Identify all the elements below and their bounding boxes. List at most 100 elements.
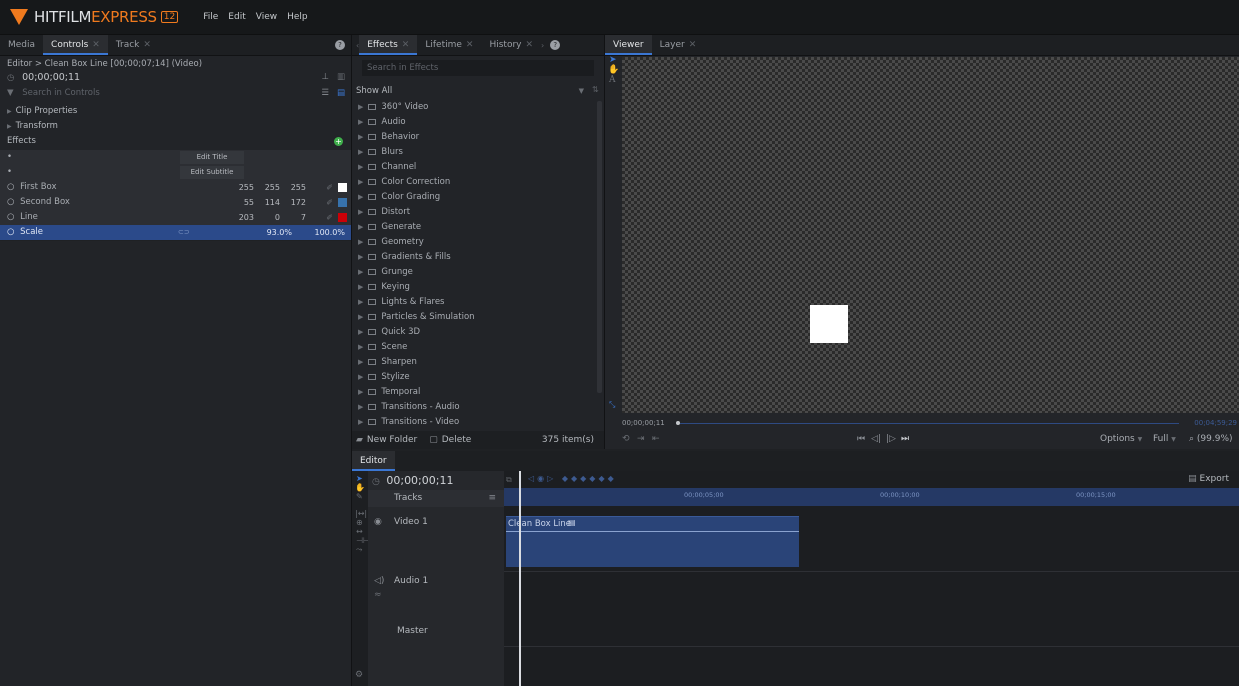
step-back-icon[interactable]: ◁| — [871, 434, 881, 444]
expand-caret-icon[interactable]: ▶ — [358, 328, 363, 336]
menu-view[interactable]: View — [256, 12, 277, 22]
go-to-end-icon[interactable]: ⏭ — [901, 434, 909, 444]
effects-category[interactable]: ▶ Lights & Flares — [352, 295, 596, 310]
tab-lifetime[interactable]: Lifetime ✕ — [417, 35, 481, 55]
tab-layer[interactable]: Layer ✕ — [652, 35, 705, 55]
sort-icon[interactable]: ⇅ — [592, 85, 599, 94]
expand-caret-icon[interactable]: ▶ — [358, 103, 363, 111]
effects-category[interactable]: ▶ 360° Video — [352, 100, 596, 115]
new-folder-icon[interactable]: ▰ — [356, 435, 363, 445]
scale-row[interactable]: ○ Scale ⊂⊃ 93.0% 100.0% — [0, 225, 351, 241]
keyframe-circle-icon[interactable]: ○ — [7, 182, 14, 192]
controls-search-input[interactable]: Search in Controls — [22, 88, 100, 98]
scrub-track[interactable] — [680, 423, 1179, 424]
step-forward-icon[interactable]: |▷ — [886, 434, 896, 444]
expand-caret-icon[interactable]: ▶ — [358, 238, 363, 246]
tab-editor[interactable]: Editor — [352, 451, 395, 471]
roll-tool-icon[interactable]: ⊣⊢ — [352, 536, 370, 545]
expand-caret-icon[interactable]: ▶ — [358, 388, 363, 396]
keyframe-nav-icons[interactable]: ◁◉▷ ◆◆◆◆◆◆ — [528, 474, 617, 483]
clip-effects-icon[interactable]: ▤ — [568, 518, 576, 527]
mark-out-icon[interactable]: ⇤ — [652, 434, 660, 444]
video-clip[interactable]: Clean Box Line ▤ — [506, 516, 799, 567]
green-value[interactable]: 114 — [258, 195, 280, 210]
close-icon[interactable]: ✕ — [689, 40, 697, 50]
blue-value[interactable]: 255 — [284, 180, 306, 195]
close-icon[interactable]: ✕ — [466, 40, 474, 50]
hand-tool-icon[interactable]: ✋ — [352, 483, 368, 492]
color-swatch[interactable] — [338, 213, 347, 222]
select-tool-icon[interactable]: ➤ — [605, 55, 621, 65]
effects-category[interactable]: ▶ Particles & Simulation — [352, 310, 596, 325]
expand-caret-icon[interactable]: ▶ — [358, 193, 363, 201]
settings-gear-icon[interactable]: ⚙ — [355, 670, 363, 680]
timeline-area[interactable]: ⧉ ◁◉▷ ◆◆◆◆◆◆ ▤ Export 00;00;05;00 00;00;… — [504, 471, 1239, 686]
section-effects[interactable]: Effects + — [0, 134, 351, 149]
color-row-line[interactable]: ○ Line 203 0 7 ✐ — [0, 210, 351, 226]
close-icon[interactable]: ✕ — [143, 40, 151, 50]
scrub-knob[interactable] — [676, 421, 680, 425]
effects-category[interactable]: ▶ Generate — [352, 220, 596, 235]
editor-timecode[interactable]: 00;00;00;11 — [386, 474, 453, 487]
video-track-header[interactable]: ◉ Video 1 — [368, 513, 504, 568]
effects-filter-dropdown[interactable]: Show All ▼ — [356, 84, 588, 98]
effects-category[interactable]: ▶ Behavior — [352, 130, 596, 145]
expand-caret-icon[interactable]: ▶ — [358, 178, 363, 186]
close-icon[interactable]: ✕ — [525, 40, 533, 50]
tab-effects[interactable]: Effects ✕ — [359, 35, 418, 55]
rate-tool-icon[interactable]: ⤳ — [352, 545, 368, 555]
audio-waveform-icon[interactable]: ≈ — [374, 590, 382, 600]
effects-category[interactable]: ▶ Transitions - Video — [352, 415, 596, 430]
text-tool-icon[interactable]: A — [605, 75, 621, 85]
tab-track[interactable]: Track ✕ — [108, 35, 159, 55]
keyframe-circle-icon[interactable]: ○ — [7, 197, 14, 207]
controls-timecode[interactable]: 00;00;00;11 — [22, 72, 80, 83]
blue-value[interactable]: 7 — [284, 210, 306, 225]
mark-in-icon[interactable]: ⇥ — [637, 434, 645, 444]
quality-dropdown[interactable]: Full ▼ — [1153, 434, 1176, 444]
effects-category[interactable]: ▶ Sharpen — [352, 355, 596, 370]
scale-x-value[interactable]: 93.0% — [262, 225, 292, 240]
tab-controls[interactable]: Controls ✕ — [43, 35, 108, 55]
effects-category[interactable]: ▶ Transitions - Audio — [352, 400, 596, 415]
export-button[interactable]: ▤ Export — [1188, 474, 1229, 484]
effects-category[interactable]: ▶ Temporal — [352, 385, 596, 400]
edit-title-button[interactable]: Edit Title — [180, 151, 244, 164]
layout-icon[interactable]: ▥ — [337, 70, 345, 85]
effects-category[interactable]: ▶ Quick 3D — [352, 325, 596, 340]
select-tool-icon[interactable]: ➤ — [352, 471, 368, 483]
zoom-control[interactable]: ⌕ (99.9%) — [1189, 434, 1233, 444]
menu-edit[interactable]: Edit — [228, 12, 245, 22]
effects-category[interactable]: ▶ Keying — [352, 280, 596, 295]
effects-category[interactable]: ▶ Gradients & Fills — [352, 250, 596, 265]
close-icon[interactable]: ✕ — [92, 40, 100, 50]
viewer-scrubber[interactable]: 00;00;00;11 00;04;59;29 — [622, 417, 1239, 429]
blue-value[interactable]: 172 — [284, 195, 306, 210]
menu-file[interactable]: File — [203, 12, 218, 22]
delete-icon[interactable]: ▢ — [429, 435, 438, 445]
controls-search-row[interactable]: ▼ Search in Controls ☰ ▤ — [0, 86, 351, 101]
go-to-start-icon[interactable]: ⏮ — [857, 434, 865, 444]
expand-caret-icon[interactable]: ▶ — [358, 253, 363, 261]
grid-view-icon[interactable]: ▤ — [337, 86, 345, 101]
expand-caret-icon[interactable]: ▶ — [358, 298, 363, 306]
expand-caret-icon[interactable]: ▶ — [358, 373, 363, 381]
keyframe-circle-icon[interactable]: ○ — [7, 212, 14, 222]
effects-scrollbar[interactable] — [597, 101, 602, 393]
speaker-icon[interactable]: ◁) — [374, 576, 384, 586]
expand-caret-icon[interactable]: ▶ — [358, 223, 363, 231]
effects-category[interactable]: ▶ Channel — [352, 160, 596, 175]
section-transform[interactable]: ▶ Transform — [0, 119, 351, 134]
expand-caret-icon[interactable]: ▶ — [358, 283, 363, 291]
timeline-ruler[interactable]: 00;00;05;00 00;00;10;00 00;00;15;00 — [504, 488, 1239, 506]
eyedropper-icon[interactable]: ✐ — [326, 210, 333, 225]
expand-caret-icon[interactable]: ▶ — [358, 313, 363, 321]
expand-caret-icon[interactable]: ▶ — [358, 118, 363, 126]
list-view-icon[interactable]: ☰ — [321, 86, 329, 101]
effects-category[interactable]: ▶ Geometry — [352, 235, 596, 250]
hand-tool-icon[interactable]: ✋ — [605, 65, 621, 75]
color-row-second-box[interactable]: ○ Second Box 55 114 172 ✐ — [0, 195, 351, 211]
close-icon[interactable]: ✕ — [402, 40, 410, 50]
text-row-subtitle[interactable]: • Edit Subtitle — [0, 165, 351, 181]
menu-help[interactable]: Help — [287, 12, 308, 22]
